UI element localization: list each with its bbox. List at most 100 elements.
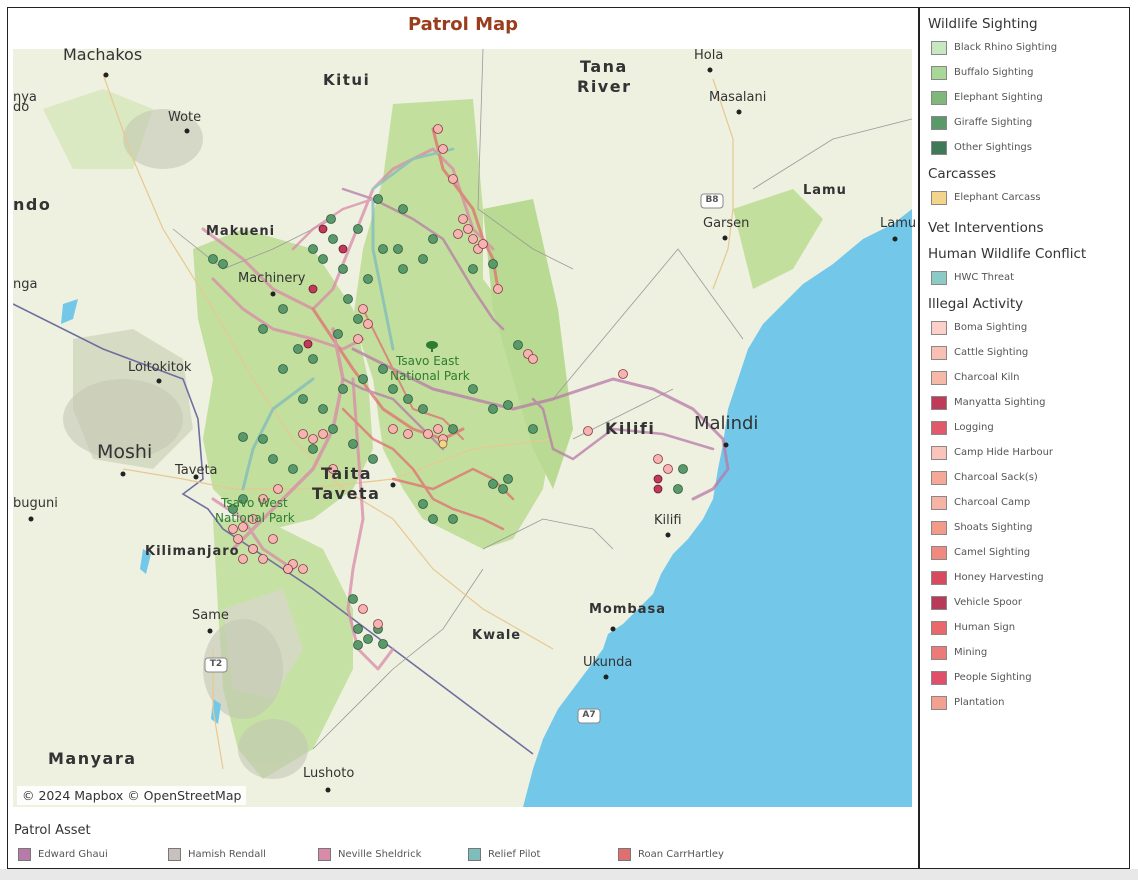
legend-label: Black Rhino Sighting <box>954 42 1058 53</box>
place-label: Tana <box>580 57 628 76</box>
legend-label: Relief Pilot <box>488 849 541 860</box>
place-label: Mombasa <box>589 602 667 617</box>
legend-item[interactable]: Plantation <box>928 690 1123 715</box>
color-swatch <box>931 320 947 335</box>
legend-label: Elephant Carcass <box>954 192 1041 203</box>
place-label: Loitokitok <box>128 360 192 375</box>
place-label: Machakos <box>63 45 143 64</box>
color-swatch <box>931 570 947 585</box>
place-label: Makueni <box>206 224 276 239</box>
place-label: Hola <box>694 48 724 63</box>
legend-item[interactable]: Hamish Rendall <box>168 844 266 863</box>
legend-item[interactable]: Mining <box>928 640 1123 665</box>
legend-item[interactable]: Human Sign <box>928 615 1123 640</box>
legend-item[interactable]: Elephant Carcass <box>928 185 1123 210</box>
legend-group-title: Illegal Activity <box>928 296 1024 312</box>
legend-item[interactable]: Cattle Sighting <box>928 340 1123 365</box>
place-label: Lamu <box>880 216 917 231</box>
legend-label: Human Sign <box>954 622 1016 633</box>
legend-label: Vehicle Spoor <box>954 597 1022 608</box>
legend-item[interactable]: Honey Harvesting <box>928 565 1123 590</box>
place-label: buguni <box>13 496 58 511</box>
legend-item[interactable]: Camp Hide Harbour <box>928 440 1123 465</box>
place-label: Malindi <box>694 413 759 434</box>
page-title: Patrol Map <box>407 14 519 35</box>
place-label: Taita <box>321 464 373 483</box>
color-swatch <box>931 395 947 410</box>
legend-item[interactable]: Manyatta Sighting <box>928 390 1123 415</box>
color-swatch <box>931 345 947 360</box>
place-label: Lamu <box>803 183 847 198</box>
color-swatch <box>931 190 947 205</box>
legend-item[interactable]: Logging <box>928 415 1123 440</box>
color-swatch <box>931 40 947 55</box>
color-swatch <box>931 670 947 685</box>
legend-label: Giraffe Sighting <box>954 117 1033 128</box>
color-swatch <box>18 848 31 861</box>
legend-item[interactable]: Shoats Sighting <box>928 515 1123 540</box>
legend-group-title: Vet Interventions <box>928 220 1044 236</box>
color-swatch <box>931 65 947 80</box>
road-shield-b8: B8 <box>705 195 719 205</box>
legend-item[interactable]: Buffalo Sighting <box>928 60 1123 85</box>
color-swatch <box>468 848 481 861</box>
map-attribution[interactable]: © 2024 Mapbox © OpenStreetMap <box>17 786 247 805</box>
legend-item[interactable]: Vehicle Spoor <box>928 590 1123 615</box>
color-swatch <box>931 445 947 460</box>
place-label: Ukunda <box>583 655 633 670</box>
place-label: ndo <box>13 195 52 214</box>
park-label: National Park <box>390 369 470 383</box>
legend-label: Charcoal Sack(s) <box>954 472 1038 483</box>
color-swatch <box>931 695 947 710</box>
legend-item[interactable]: Giraffe Sighting <box>928 110 1123 135</box>
legend-item[interactable]: Boma Sighting <box>928 315 1123 340</box>
legend-item[interactable]: People Sighting <box>928 665 1123 690</box>
legend-label: Roan CarrHartley <box>638 849 724 860</box>
park-label: Tsavo West <box>221 496 288 510</box>
legend-item[interactable]: Elephant Sighting <box>928 85 1123 110</box>
legend-group-title: Wildlife Sighting <box>928 16 1038 32</box>
legend-item[interactable]: HWC Threat <box>928 265 1123 290</box>
legend-label: Neville Sheldrick <box>338 849 422 860</box>
color-swatch <box>931 595 947 610</box>
legend-item[interactable]: Relief Pilot <box>468 844 540 863</box>
place-label: Kwale <box>472 628 522 643</box>
legend-item[interactable]: Roan CarrHartley <box>618 844 724 863</box>
color-swatch <box>931 140 947 155</box>
legend-item[interactable]: Charcoal Kiln <box>928 365 1123 390</box>
place-label: Wote <box>168 110 202 125</box>
color-swatch <box>931 90 947 105</box>
color-swatch <box>931 420 947 435</box>
category-legend: Wildlife Sighting Black Rhino Sighting B… <box>928 16 1123 715</box>
legend-label: Camp Hide Harbour <box>954 447 1054 458</box>
place-label: nga <box>13 277 38 292</box>
legend-label: Charcoal Kiln <box>954 372 1020 383</box>
park-label: National Park <box>215 511 295 525</box>
legend-item[interactable]: Camel Sighting <box>928 540 1123 565</box>
legend-label: Edward Ghaui <box>38 849 108 860</box>
legend-label: Boma Sighting <box>954 322 1028 333</box>
legend-group-title: Human Wildlife Conflict <box>928 246 1087 262</box>
bottom-strip <box>0 869 1138 880</box>
legend-label: Manyatta Sighting <box>954 397 1046 408</box>
legend-label: Camel Sighting <box>954 547 1031 558</box>
place-label: do <box>13 100 30 115</box>
place-label: Kilifi <box>654 513 682 528</box>
legend-item[interactable]: Edward Ghaui <box>18 844 108 863</box>
legend-item[interactable]: Black Rhino Sighting <box>928 35 1123 60</box>
legend-item[interactable]: Charcoal Camp <box>928 490 1123 515</box>
color-swatch <box>931 470 947 485</box>
patrol-map[interactable] <box>13 49 912 807</box>
color-swatch <box>931 545 947 560</box>
legend-label: Mining <box>954 647 988 658</box>
legend-item[interactable]: Charcoal Sack(s) <box>928 465 1123 490</box>
legend-label: Honey Harvesting <box>954 572 1044 583</box>
color-swatch <box>931 370 947 385</box>
legend-item[interactable]: Other Sightings <box>928 135 1123 160</box>
legend-item[interactable]: Neville Sheldrick <box>318 844 421 863</box>
place-label: Taveta <box>175 463 218 478</box>
park-label: Tsavo East <box>396 354 460 368</box>
color-swatch <box>168 848 181 861</box>
color-swatch <box>931 115 947 130</box>
legend-label: Elephant Sighting <box>954 92 1043 103</box>
